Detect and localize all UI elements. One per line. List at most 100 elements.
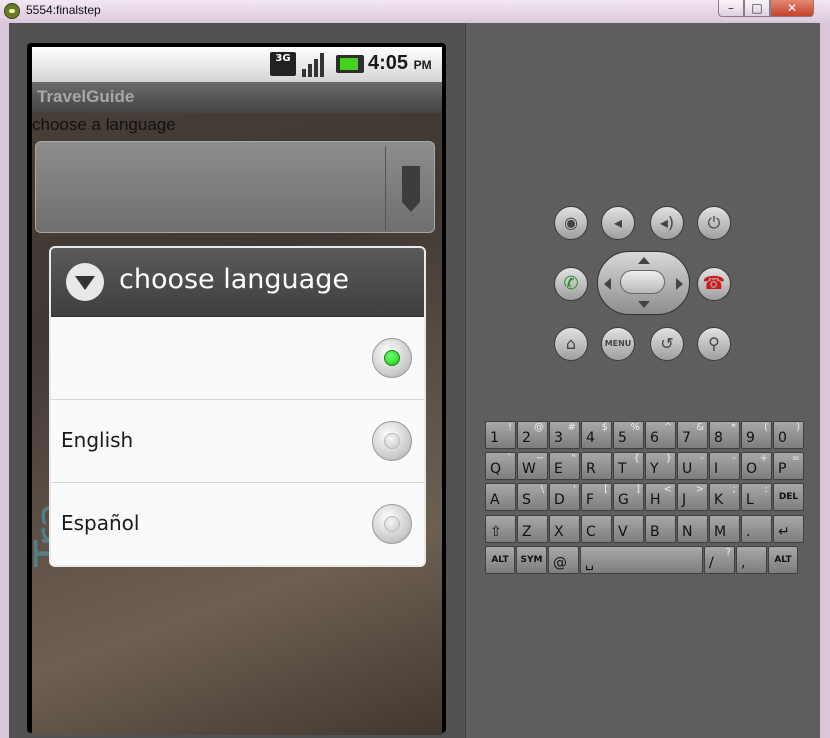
key-label: ↵ bbox=[778, 524, 790, 540]
key-2-5[interactable]: H < bbox=[645, 483, 676, 511]
key-1-2[interactable]: E " bbox=[549, 452, 580, 480]
device-display: 3G 4:05 PM TravelGuide Tra choose a lang… bbox=[32, 47, 442, 735]
key-1-7[interactable]: I- bbox=[709, 452, 740, 480]
maximize-button[interactable]: □ bbox=[744, 0, 770, 17]
power-button[interactable]: ⏻ bbox=[697, 206, 731, 240]
key-4-5[interactable]: , bbox=[736, 546, 767, 574]
spinner-divider bbox=[385, 146, 386, 230]
key-label: ⇧ bbox=[490, 524, 502, 540]
volume-down-button[interactable]: ◂ bbox=[601, 206, 635, 240]
key-label: ␣ bbox=[585, 555, 594, 571]
volume-down-icon: ◂ bbox=[613, 213, 623, 232]
key-2-0[interactable]: A bbox=[485, 483, 516, 511]
key-1-1[interactable]: W ~ bbox=[517, 452, 548, 480]
clock-ampm: PM bbox=[413, 58, 432, 72]
key-1-5[interactable]: Y} bbox=[645, 452, 676, 480]
key-0-8[interactable]: 9( bbox=[741, 421, 772, 449]
key-3-9[interactable]: ↵ bbox=[773, 515, 804, 543]
key-3-2[interactable]: X bbox=[549, 515, 580, 543]
key-label: 9 bbox=[746, 430, 755, 446]
key-label: 7 bbox=[682, 430, 691, 446]
key-0-0[interactable]: 1! bbox=[485, 421, 516, 449]
key-3-5[interactable]: B bbox=[645, 515, 676, 543]
end-call-icon: ☎ bbox=[702, 273, 726, 294]
dpad-left-icon[interactable] bbox=[604, 278, 611, 290]
search-button[interactable]: ⚲ bbox=[697, 327, 731, 361]
key-0-5[interactable]: 6 ^ bbox=[645, 421, 676, 449]
key-1-3[interactable]: R bbox=[581, 452, 612, 480]
option-row-english[interactable]: English bbox=[51, 400, 424, 483]
prompt-label: choose a language bbox=[32, 115, 176, 134]
key-4-3[interactable]: ␣ bbox=[580, 546, 703, 574]
key-1-9[interactable]: P = bbox=[773, 452, 804, 480]
key-2-3[interactable]: F[ bbox=[581, 483, 612, 511]
key-label: S bbox=[522, 492, 531, 508]
call-button[interactable]: ✆ bbox=[554, 267, 588, 301]
key-0-6[interactable]: 7 & bbox=[677, 421, 708, 449]
spinner-arrow-icon bbox=[402, 166, 420, 212]
window-titlebar: 5554:finalstep – □ ✕ bbox=[0, 0, 830, 22]
key-3-0[interactable]: ⇧ bbox=[485, 515, 516, 543]
key-0-3[interactable]: 4 $ bbox=[581, 421, 612, 449]
key-label: / bbox=[709, 555, 714, 571]
key-0-1[interactable]: 2 @ bbox=[517, 421, 548, 449]
key-2-1[interactable]: S \ bbox=[517, 483, 548, 511]
call-icon: ✆ bbox=[563, 273, 579, 294]
key-alt-label: " bbox=[571, 453, 576, 464]
key-1-6[interactable]: U- bbox=[677, 452, 708, 480]
key-label: P bbox=[778, 461, 787, 477]
key-2-2[interactable]: D ' bbox=[549, 483, 580, 511]
key-2-8[interactable]: L: bbox=[741, 483, 772, 511]
key-2-7[interactable]: K; bbox=[709, 483, 740, 511]
radio-button-selected[interactable] bbox=[372, 338, 412, 378]
key-3-8[interactable]: . bbox=[741, 515, 772, 543]
key-0-2[interactable]: 3 # bbox=[549, 421, 580, 449]
home-button[interactable]: ⌂ bbox=[554, 327, 588, 361]
option-row-blank[interactable] bbox=[51, 317, 424, 400]
dpad-right-icon[interactable] bbox=[676, 278, 683, 290]
key-4-2[interactable]: @ bbox=[548, 546, 579, 574]
back-button[interactable]: ↺ bbox=[650, 327, 684, 361]
key-4-1[interactable]: SYM bbox=[516, 546, 547, 574]
key-0-9[interactable]: 0) bbox=[773, 421, 804, 449]
key-2-6[interactable]: J > bbox=[677, 483, 708, 511]
key-alt-label: : bbox=[764, 484, 768, 495]
minimize-button[interactable]: – bbox=[718, 0, 744, 17]
key-0-4[interactable]: 5% bbox=[613, 421, 644, 449]
dpad-center-button[interactable] bbox=[620, 270, 665, 294]
key-1-8[interactable]: O + bbox=[741, 452, 772, 480]
option-label: English bbox=[61, 428, 134, 452]
key-1-0[interactable]: Q ` bbox=[485, 452, 516, 480]
key-3-3[interactable]: C bbox=[581, 515, 612, 543]
language-spinner[interactable] bbox=[35, 141, 435, 233]
key-0-7[interactable]: 8 * bbox=[709, 421, 740, 449]
option-row-espanol[interactable]: Español bbox=[51, 483, 424, 565]
key-3-6[interactable]: N bbox=[677, 515, 708, 543]
radio-button[interactable] bbox=[372, 421, 412, 461]
dpad-down-icon[interactable] bbox=[638, 301, 650, 308]
key-3-1[interactable]: Z bbox=[517, 515, 548, 543]
key-4-4[interactable]: /? bbox=[704, 546, 735, 574]
key-label: 3 bbox=[554, 430, 563, 446]
close-button[interactable]: ✕ bbox=[770, 0, 814, 17]
key-label: J bbox=[682, 492, 687, 508]
language-dialog: choose language English Español bbox=[49, 246, 426, 567]
key-4-0[interactable]: ALT bbox=[485, 546, 515, 574]
key-4-6[interactable]: ALT bbox=[768, 546, 798, 574]
camera-button[interactable]: ◉ bbox=[554, 206, 588, 240]
radio-button[interactable] bbox=[372, 504, 412, 544]
dpad-up-icon[interactable] bbox=[638, 257, 650, 264]
key-3-4[interactable]: V bbox=[613, 515, 644, 543]
volume-up-button[interactable]: ◂) bbox=[650, 206, 684, 240]
key-2-9[interactable]: DEL bbox=[773, 483, 804, 511]
key-alt-label: ! bbox=[507, 422, 512, 433]
key-1-4[interactable]: T{ bbox=[613, 452, 644, 480]
radio-dot-off bbox=[384, 433, 400, 449]
dpad[interactable] bbox=[597, 251, 690, 315]
key-3-7[interactable]: M bbox=[709, 515, 740, 543]
key-2-4[interactable]: G] bbox=[613, 483, 644, 511]
menu-button[interactable]: MENU bbox=[601, 327, 635, 361]
key-alt-label: { bbox=[633, 453, 640, 464]
app-title: TravelGuide bbox=[37, 87, 135, 106]
end-call-button[interactable]: ☎ bbox=[697, 267, 731, 301]
